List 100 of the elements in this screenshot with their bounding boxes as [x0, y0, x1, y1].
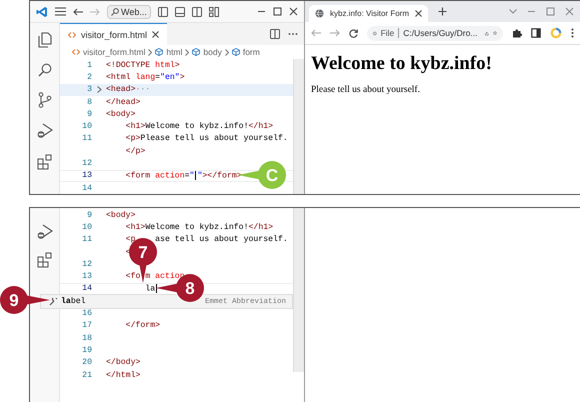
code-line: <!DOCTYPE html> [106, 60, 180, 70]
reload-icon[interactable] [349, 28, 358, 38]
callout-label: 9 [9, 291, 19, 310]
more-icon[interactable] [288, 32, 298, 36]
cube-icon [155, 48, 164, 56]
side-panel-icon[interactable] [531, 28, 541, 38]
line-number: 20 [82, 358, 92, 368]
info-icon[interactable] [373, 28, 377, 38]
extensions-icon[interactable] [36, 252, 52, 268]
cube-icon [192, 48, 200, 56]
line-number: 3 [87, 85, 92, 94]
panel-layout-icon[interactable] [174, 6, 185, 16]
close-icon[interactable] [152, 31, 160, 38]
line-number: 17 [82, 321, 92, 330]
search-icon [111, 8, 119, 16]
callout-label: C [266, 166, 278, 185]
maximize-icon[interactable] [273, 7, 282, 16]
line-number: 10 [82, 122, 92, 132]
code-line: </form> [124, 321, 160, 330]
address-bar[interactable]: File C:/Users/Guy/Dro... [367, 26, 503, 40]
line-number: 8 [87, 98, 92, 107]
line-number: 12 [82, 159, 92, 168]
line-number: 18 [82, 334, 92, 343]
cube-icon [232, 48, 240, 56]
line-number: 16 [82, 309, 92, 318]
tab-label: visitor_form.html [81, 30, 148, 40]
puzzle-icon[interactable] [512, 28, 522, 38]
chevron-icon [224, 48, 229, 56]
code-line: <form action=" "></form> [124, 170, 242, 181]
line-number: 13 [82, 272, 92, 282]
scheme-label: File [380, 28, 400, 38]
page-heading: Welcome to kybz.info! [311, 53, 494, 75]
globe-icon [315, 9, 324, 18]
code-line: <h1>Welcome to kybz.info!</h1> [124, 122, 274, 132]
chevron-down-icon[interactable] [509, 9, 517, 14]
code-line: <p ase tell us about yourself. [124, 235, 288, 244]
menu-icon[interactable] [571, 28, 574, 38]
suggestion-label: label [61, 297, 86, 306]
code-line: <p>Please tell us about yourself. [124, 134, 288, 144]
branch-icon[interactable] [38, 92, 52, 108]
line-number: 1 [87, 60, 92, 70]
star-icon[interactable] [493, 28, 497, 38]
split-editor-icon[interactable] [270, 29, 280, 39]
code-line: <html lang="en"> [106, 72, 185, 82]
tab-label: kybz.info: Visitor Form [330, 9, 409, 18]
menu-icon[interactable] [55, 7, 66, 16]
callout-label: 7 [138, 243, 148, 262]
editor-logo-icon [36, 6, 48, 18]
grid-layout-icon[interactable] [208, 6, 219, 16]
editor-tab[interactable]: visitor_form.html [60, 22, 168, 46]
browser-tab[interactable]: kybz.info: Visitor Form [309, 5, 428, 22]
code-line: <h1>Welcome to kybz.info!</h1> [124, 222, 274, 232]
code-line: </html> [106, 370, 140, 380]
search-icon[interactable] [38, 63, 52, 77]
line-number: 21 [82, 370, 92, 380]
line-number: 13 [82, 171, 92, 180]
code-line: </head> [106, 98, 140, 107]
line-number: 19 [82, 346, 92, 355]
chevron-icon [148, 48, 152, 56]
scrollbar[interactable] [293, 208, 304, 372]
sidebar-layout-icon[interactable] [158, 6, 168, 16]
line-number: 12 [82, 260, 92, 269]
chevron-icon [185, 48, 190, 56]
extensions-icon[interactable] [36, 154, 52, 170]
code-line: </p> [124, 146, 146, 156]
back-arrow-icon[interactable] [73, 8, 83, 16]
code-line: la [144, 284, 158, 294]
line-number: 10 [82, 222, 92, 232]
new-tab-icon[interactable] [438, 7, 447, 16]
scrollbar[interactable] [293, 59, 304, 194]
run-debug-icon[interactable] [36, 123, 52, 139]
code-file-icon [72, 49, 80, 55]
line-number: 14 [82, 284, 92, 294]
code-line: <body> [106, 110, 136, 119]
chevron-icon[interactable] [96, 86, 102, 94]
line-number: 14 [82, 184, 92, 193]
code-file-icon [68, 32, 76, 38]
breadcrumb-item[interactable]: form [242, 47, 260, 57]
files-icon[interactable] [38, 32, 52, 48]
line-number: 9 [87, 110, 92, 119]
line-number: 11 [82, 235, 92, 244]
line-number: 2 [87, 72, 92, 82]
code-line: <head>··· [106, 85, 150, 94]
run-debug-icon[interactable] [36, 224, 52, 240]
code-line: <body> [106, 210, 136, 220]
url-text: C:/Users/Guy/Dro... [403, 28, 478, 38]
profile-avatar-icon[interactable] [550, 27, 562, 39]
command-search-field[interactable]: Web... [107, 4, 151, 18]
breadcrumb-item[interactable]: body [203, 47, 222, 57]
line-number: 9 [87, 210, 92, 220]
code-line: <fo m action [124, 272, 185, 282]
close-icon[interactable] [289, 7, 298, 16]
breadcrumb-item[interactable]: html [166, 47, 182, 57]
line-number: 11 [82, 134, 92, 144]
page-paragraph: Please tell us about yourself. [311, 85, 421, 95]
breadcrumb-item[interactable]: visitor_form.html [83, 47, 146, 57]
wrench-icon [49, 298, 58, 306]
split-layout-icon[interactable] [192, 6, 202, 16]
code-line: </body> [106, 358, 140, 368]
close-icon[interactable] [414, 10, 422, 17]
